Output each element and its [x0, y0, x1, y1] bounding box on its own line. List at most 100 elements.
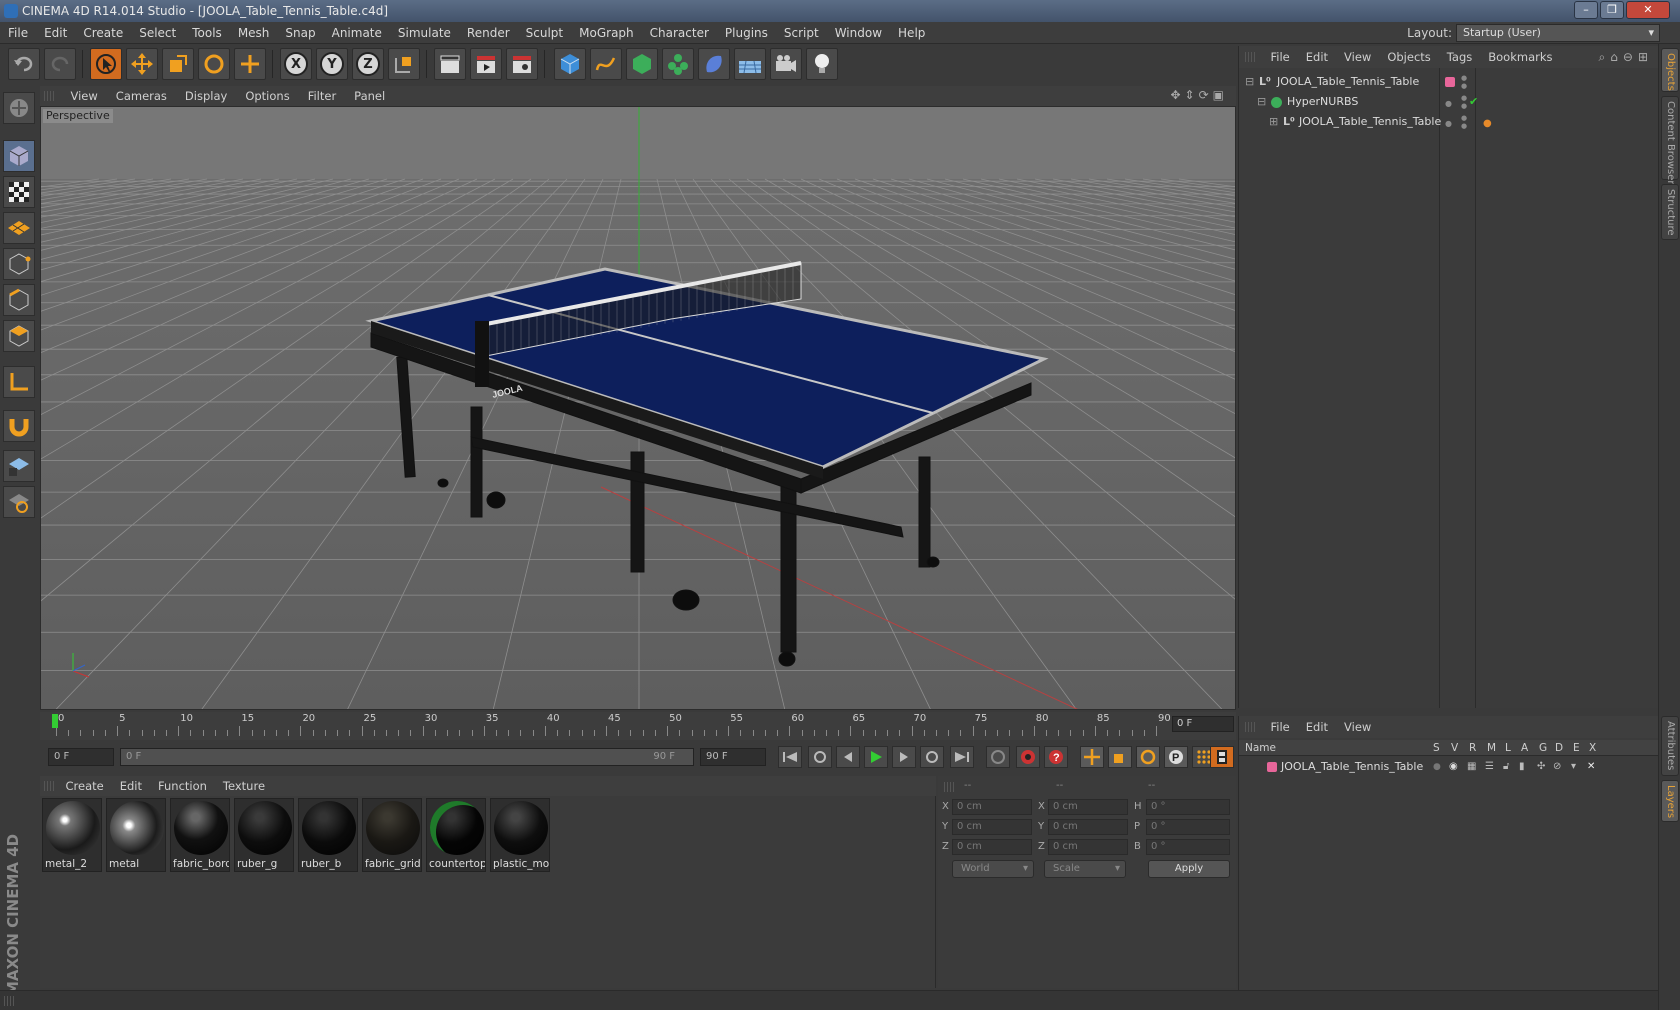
tab-content-browser[interactable]: Content Browser — [1661, 96, 1679, 184]
layer-color-icon[interactable] — [1445, 77, 1455, 87]
last-tool-button[interactable] — [234, 48, 266, 80]
tab-layers[interactable]: Layers — [1661, 780, 1679, 822]
material-swatch[interactable]: fabric_grid — [362, 798, 422, 872]
solo-toggle[interactable]: ● — [1433, 758, 1441, 776]
layer-color-icon[interactable] — [1267, 762, 1277, 772]
render-to-picture-viewer-button[interactable] — [470, 48, 502, 80]
add-spline-button[interactable] — [590, 48, 622, 80]
key-scale-button[interactable] — [1108, 746, 1132, 768]
snap-button[interactable] — [3, 410, 35, 442]
record-active-button[interactable] — [986, 746, 1010, 768]
menu-script[interactable]: Script — [776, 22, 827, 44]
column-generators[interactable]: G — [1539, 740, 1547, 756]
menu-mograph[interactable]: MoGraph — [571, 22, 642, 44]
undo-button[interactable] — [8, 48, 40, 80]
key-parameter-button[interactable]: P — [1164, 746, 1188, 768]
tab-structure[interactable]: Structure — [1661, 184, 1679, 240]
live-selection-button[interactable] — [90, 48, 122, 80]
render-settings-button[interactable] — [506, 48, 538, 80]
menu-character[interactable]: Character — [642, 22, 717, 44]
object-row[interactable]: ⊟ L⁰ JOOLA_Table_Tennis_Table ● ● — [1239, 72, 1659, 92]
3d-viewport[interactable]: JOOLA Perspective — [40, 106, 1236, 710]
layer-row[interactable]: JOOLA_Table_Tennis_Table ● ◉ ▦ ☰ 🔓︎ ▮ ✣ … — [1239, 758, 1659, 776]
animation-toggle-icon[interactable]: ▮ — [1519, 758, 1525, 776]
column-render[interactable]: R — [1469, 740, 1476, 756]
deformer-toggle-icon[interactable]: ⊘ — [1553, 758, 1561, 776]
menu-simulate[interactable]: Simulate — [390, 22, 459, 44]
timeline-playhead[interactable] — [52, 714, 58, 728]
add-deformer-button[interactable] — [698, 48, 730, 80]
tab-attributes[interactable]: Attributes — [1661, 716, 1679, 776]
scale-tool-button[interactable] — [162, 48, 194, 80]
coordinate-space-select[interactable]: World ▾ — [952, 860, 1034, 878]
polygons-mode-button[interactable] — [3, 320, 35, 352]
lock-icon[interactable]: 🔓︎ — [1503, 758, 1509, 776]
menu-edit[interactable]: Edit — [36, 22, 75, 44]
visibility-dots-icon[interactable]: ● — [1445, 94, 1452, 114]
end-frame-field[interactable]: 90 F — [700, 748, 766, 766]
go-to-start-button[interactable] — [778, 746, 802, 768]
size-z-field[interactable]: 0 cm — [1048, 839, 1128, 855]
column-solo[interactable]: S — [1433, 740, 1440, 756]
generator-toggle-icon[interactable]: ✣ — [1537, 758, 1545, 776]
objects-menu-edit[interactable]: Edit — [1298, 46, 1336, 68]
menu-sculpt[interactable]: Sculpt — [518, 22, 571, 44]
timeline-window-button[interactable] — [1210, 746, 1234, 768]
collapse-icon[interactable]: ⊟ — [1245, 72, 1254, 92]
timeline[interactable]: 0 5 10 15 20 25 30 35 40 45 50 55 60 65 70 75 80 85 90 0 F — [40, 712, 1236, 740]
visibility-dots-icon[interactable]: ● ● — [1461, 94, 1467, 110]
position-y-field[interactable]: 0 cm — [952, 819, 1032, 835]
column-deformers[interactable]: D — [1555, 740, 1563, 756]
size-mode-select[interactable]: Scale ▾ — [1044, 860, 1126, 878]
menu-mesh[interactable]: Mesh — [230, 22, 278, 44]
key-rotation-button[interactable] — [1136, 746, 1160, 768]
column-visible[interactable]: V — [1451, 740, 1458, 756]
edges-mode-button[interactable] — [3, 284, 35, 316]
menu-help[interactable]: Help — [890, 22, 933, 44]
layout-select[interactable]: Startup (User) ▾ — [1456, 24, 1660, 42]
eye-icon[interactable]: ◉ — [1449, 758, 1458, 776]
checkmark-icon[interactable]: ✔ — [1469, 92, 1478, 112]
column-locked[interactable]: L — [1505, 740, 1511, 756]
close-button[interactable]: ✕ — [1626, 1, 1670, 19]
add-cube-button[interactable] — [554, 48, 586, 80]
y-axis-button[interactable]: Y — [316, 48, 348, 80]
minimize-button[interactable]: – — [1574, 1, 1598, 19]
material-swatch[interactable]: plastic_mol — [490, 798, 550, 872]
workplane-button[interactable] — [3, 212, 35, 244]
add-mograph-button[interactable] — [662, 48, 694, 80]
make-editable-button[interactable] — [3, 92, 35, 124]
material-swatch[interactable]: countertop — [426, 798, 486, 872]
objects-menu-file[interactable]: File — [1263, 46, 1298, 68]
column-animation[interactable]: A — [1521, 740, 1528, 756]
material-menu-function[interactable]: Function — [150, 776, 215, 796]
move-tool-button[interactable] — [126, 48, 158, 80]
material-menu-texture[interactable]: Texture — [215, 776, 273, 796]
xref-toggle-icon[interactable]: ✕ — [1587, 758, 1595, 776]
menu-tools[interactable]: Tools — [184, 22, 230, 44]
render-view-button[interactable] — [434, 48, 466, 80]
size-x-field[interactable]: 0 cm — [1048, 799, 1128, 815]
axis-mode-button[interactable] — [3, 366, 35, 398]
frame-range-slider[interactable]: 0 F 90 F — [120, 748, 694, 766]
layers-menu-file[interactable]: File — [1263, 716, 1298, 738]
manager-toggle-icon[interactable]: ☰ — [1485, 758, 1494, 776]
add-camera-button[interactable] — [770, 48, 802, 80]
expand-icon[interactable]: ⊞ — [1269, 112, 1278, 132]
render-toggle-icon[interactable]: ▦ — [1467, 758, 1476, 776]
tab-objects[interactable]: Objects — [1661, 48, 1679, 92]
visibility-dots-icon[interactable]: ● ● — [1461, 114, 1467, 130]
collapse-icon[interactable]: ⊟ — [1257, 92, 1266, 112]
material-swatch[interactable]: ruber_g — [234, 798, 294, 872]
rotation-h-field[interactable]: 0 ° — [1146, 799, 1230, 815]
viewport-menu-options[interactable]: Options — [236, 86, 298, 106]
expression-toggle-icon[interactable]: ▾ — [1571, 758, 1576, 776]
layers-menu-view[interactable]: View — [1336, 716, 1379, 738]
objects-search-icon[interactable]: ⌕⌂⊖⊞ — [1599, 46, 1653, 68]
objects-menu-objects[interactable]: Objects — [1379, 46, 1438, 68]
objects-menu-tags[interactable]: Tags — [1439, 46, 1480, 68]
menu-create[interactable]: Create — [75, 22, 131, 44]
menu-window[interactable]: Window — [827, 22, 890, 44]
position-x-field[interactable]: 0 cm — [952, 799, 1032, 815]
model-mode-button[interactable] — [3, 140, 35, 172]
